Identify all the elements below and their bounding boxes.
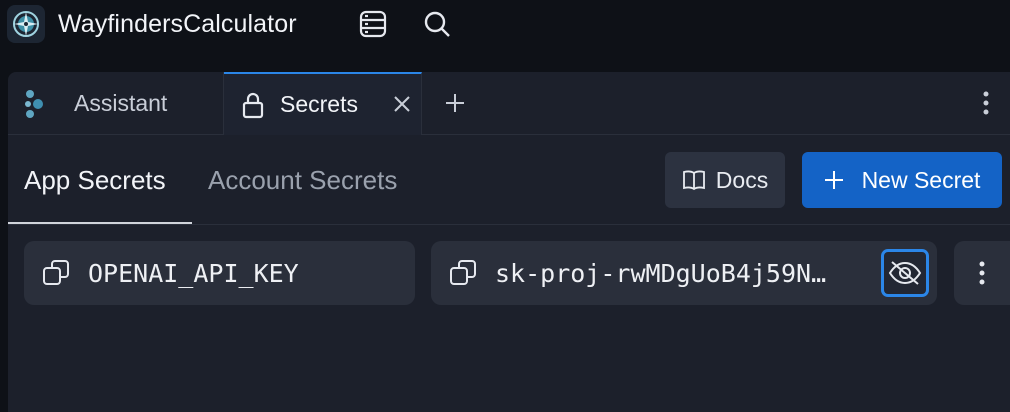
docs-button[interactable]: Docs bbox=[665, 152, 785, 208]
secret-key: OPENAI_API_KEY bbox=[88, 258, 299, 288]
more-vertical-icon bbox=[978, 260, 986, 286]
book-icon bbox=[682, 169, 706, 191]
copy-icon[interactable] bbox=[38, 255, 74, 291]
new-secret-button[interactable]: New Secret bbox=[802, 152, 1002, 208]
toggle-visibility-button[interactable] bbox=[881, 249, 929, 297]
app-title: WayfindersCalculator bbox=[58, 10, 297, 38]
new-secret-label: New Secret bbox=[861, 166, 981, 193]
compass-icon[interactable] bbox=[7, 5, 45, 43]
docs-label: Docs bbox=[715, 166, 769, 193]
plus-icon bbox=[824, 170, 844, 190]
tab-assistant[interactable]: Assistant bbox=[8, 72, 224, 135]
tab-label: Secrets bbox=[280, 91, 358, 117]
copy-icon[interactable] bbox=[445, 255, 481, 291]
eye-off-icon bbox=[888, 260, 922, 286]
database-icon[interactable] bbox=[357, 8, 389, 40]
add-tab-button[interactable] bbox=[440, 88, 470, 118]
tab-account-secrets[interactable]: Account Secrets bbox=[208, 135, 397, 225]
secrets-panel: Assistant Secrets App Secrets Account Se… bbox=[8, 72, 1010, 412]
secret-row-menu-button[interactable] bbox=[954, 241, 1010, 305]
more-vertical-icon[interactable] bbox=[972, 88, 1000, 118]
top-bar: WayfindersCalculator bbox=[0, 0, 1010, 62]
secret-value: sk-proj-rwMDgUoB4j59N… bbox=[495, 258, 827, 288]
secret-value-field[interactable]: sk-proj-rwMDgUoB4j59N… bbox=[431, 241, 937, 305]
tab-app-secrets[interactable]: App Secrets bbox=[24, 135, 166, 225]
lock-icon bbox=[238, 90, 268, 120]
secrets-subnav: App Secrets Account Secrets Docs New Sec… bbox=[8, 135, 1010, 225]
tab-label: Assistant bbox=[74, 90, 168, 116]
active-tab-indicator bbox=[8, 222, 192, 224]
close-icon[interactable] bbox=[390, 92, 414, 116]
tab-strip: Assistant Secrets bbox=[8, 72, 1010, 135]
assistant-icon bbox=[20, 89, 50, 119]
secret-key-field[interactable]: OPENAI_API_KEY bbox=[24, 241, 415, 305]
search-icon[interactable] bbox=[421, 8, 453, 40]
tab-secrets[interactable]: Secrets bbox=[224, 72, 422, 135]
